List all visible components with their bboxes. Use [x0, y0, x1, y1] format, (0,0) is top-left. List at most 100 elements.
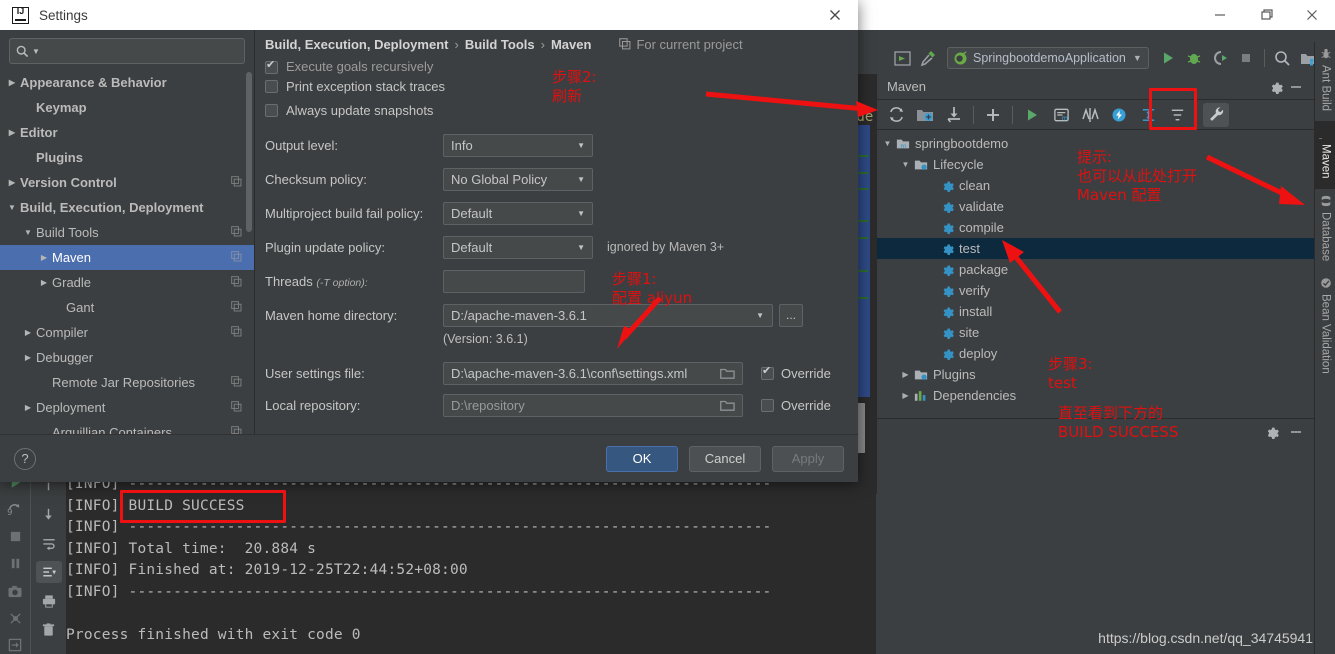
chevron-right-icon[interactable]: ▶: [899, 391, 912, 400]
settings-tree-scrollbar[interactable]: [246, 72, 252, 232]
execute-goal-icon[interactable]: m: [1048, 103, 1074, 127]
maven-tree-item-compile[interactable]: compile: [877, 217, 1314, 238]
print-icon[interactable]: [36, 590, 62, 612]
checksum-policy-select[interactable]: No Global Policy ▼: [443, 167, 593, 191]
maximize-icon[interactable]: [1243, 0, 1289, 30]
settings-tree-item-keymap[interactable]: Keymap: [0, 95, 254, 120]
chevron-right-icon[interactable]: ▶: [4, 78, 20, 87]
settings-tree-item-appearance-behavior[interactable]: ▶ Appearance & Behavior: [0, 70, 254, 95]
tool-window-button-database[interactable]: Database: [1315, 189, 1335, 271]
tool-window-button-bean-validation[interactable]: Bean Validation: [1315, 271, 1335, 384]
chevron-down-icon[interactable]: ▼: [20, 228, 36, 237]
maven-home-directory-combo[interactable]: D:/apache-maven-3.6.1 ▼: [443, 303, 773, 327]
tool-window-button-maven[interactable]: m Maven: [1313, 121, 1335, 189]
breadcrumb-part-1[interactable]: Build, Execution, Deployment: [265, 37, 448, 52]
chevron-down-icon[interactable]: ▼: [899, 160, 912, 169]
chevron-down-icon[interactable]: ▼: [32, 47, 40, 56]
maven-tree-item-install[interactable]: install: [877, 301, 1314, 322]
settings-tree-item-version-control[interactable]: ▶ Version Control: [0, 170, 254, 195]
output-level-select[interactable]: Info ▼: [443, 133, 593, 157]
settings-tree-item-remote-jar-repositories[interactable]: Remote Jar Repositories: [0, 370, 254, 395]
print-exception-traces-checkbox[interactable]: [265, 79, 278, 93]
help-button[interactable]: ?: [14, 447, 36, 470]
folder-icon[interactable]: [720, 399, 735, 415]
debug-icon[interactable]: [1182, 46, 1206, 70]
execute-goals-recursively-checkbox[interactable]: [265, 58, 278, 74]
settings-tree-item-maven[interactable]: ▶ Maven: [0, 245, 254, 270]
user-settings-override-row[interactable]: Override: [761, 364, 831, 381]
tool-window-button-ant-build[interactable]: Ant Build: [1315, 42, 1335, 121]
maven-tree-item-site[interactable]: site: [877, 322, 1314, 343]
rerun-failed-tests-icon[interactable]: 9: [4, 501, 26, 518]
chevron-right-icon[interactable]: ▶: [4, 178, 20, 187]
hide-panel-icon[interactable]: [1286, 422, 1306, 442]
settings-tree-item-debugger[interactable]: ▶ Debugger: [0, 345, 254, 370]
chevron-right-icon[interactable]: ▶: [4, 128, 20, 137]
gear-icon[interactable]: [1262, 422, 1282, 442]
settings-tree-item-gradle[interactable]: ▶ Gradle: [0, 270, 254, 295]
pause-icon[interactable]: [4, 555, 26, 572]
settings-tree-item-plugins[interactable]: Plugins: [0, 145, 254, 170]
settings-tree-item-deployment[interactable]: ▶ Deployment: [0, 395, 254, 420]
run-icon[interactable]: [1019, 103, 1045, 127]
minimize-icon[interactable]: [1197, 0, 1243, 30]
hide-panel-icon[interactable]: [1286, 77, 1306, 97]
apply-button[interactable]: Apply: [772, 445, 844, 472]
chevron-right-icon[interactable]: ▶: [899, 370, 912, 379]
scroll-to-end-icon[interactable]: [35, 561, 62, 583]
search-input[interactable]: [42, 43, 238, 59]
add-maven-project-icon[interactable]: [980, 103, 1006, 127]
maven-tree-item-plugins[interactable]: ▶ Plugins: [877, 364, 1314, 385]
editor-scroll-thumb[interactable]: [857, 403, 865, 453]
toggle-offline-icon[interactable]: [1106, 103, 1132, 127]
maven-tree-item-verify[interactable]: verify: [877, 280, 1314, 301]
settings-tree-item-build-tools[interactable]: ▼ Build Tools: [0, 220, 254, 245]
close-icon[interactable]: [812, 0, 858, 30]
local-repository-override-row[interactable]: Override: [761, 398, 831, 413]
settings-tree-item-build-execution-deployment[interactable]: ▼ Build, Execution, Deployment: [0, 195, 254, 220]
build-hammer-icon[interactable]: [916, 46, 940, 70]
chevron-right-icon[interactable]: ▶: [36, 253, 52, 262]
thread-dump-icon[interactable]: [4, 610, 26, 627]
close-icon[interactable]: [1289, 0, 1335, 30]
maven-settings-wrench-icon[interactable]: [1203, 102, 1229, 127]
clear-all-icon[interactable]: [36, 619, 62, 641]
settings-tree-item-editor[interactable]: ▶ Editor: [0, 120, 254, 145]
gear-icon[interactable]: [1266, 77, 1286, 97]
user-settings-file-input[interactable]: D:\apache-maven-3.6.1\conf\settings.xml: [443, 361, 743, 385]
breadcrumb-part-2[interactable]: Build Tools: [465, 37, 535, 52]
ok-button[interactable]: OK: [606, 445, 678, 472]
chevron-right-icon[interactable]: ▶: [20, 328, 36, 337]
run-configuration-selector[interactable]: SpringbootdemoApplication ▼: [947, 47, 1149, 69]
download-sources-icon[interactable]: [941, 103, 967, 127]
threads-input[interactable]: [443, 269, 585, 293]
folder-icon[interactable]: [720, 367, 735, 383]
generate-sources-icon[interactable]: [912, 103, 938, 127]
run-icon[interactable]: [1156, 46, 1180, 70]
run-with-coverage-icon[interactable]: [1208, 46, 1232, 70]
chevron-right-icon[interactable]: ▶: [36, 278, 52, 287]
stop-icon[interactable]: [4, 528, 26, 545]
scroll-to-bottom-icon[interactable]: [36, 503, 62, 525]
maven-home-browse-button[interactable]: ...: [779, 303, 803, 327]
chevron-down-icon[interactable]: ▼: [4, 203, 20, 212]
project-structure-icon[interactable]: [890, 46, 914, 70]
local-repository-input[interactable]: D:\repository: [443, 393, 743, 417]
plugin-update-policy-select[interactable]: Default ▼: [443, 235, 593, 259]
cancel-button[interactable]: Cancel: [689, 445, 761, 472]
settings-tree-item-arquillian-containers[interactable]: Arquillian Containers: [0, 420, 254, 434]
toggle-skip-tests-icon[interactable]: [1077, 103, 1103, 127]
settings-tree-item-gant[interactable]: Gant: [0, 295, 254, 320]
maven-tree-item-test[interactable]: test: [877, 238, 1314, 259]
reimport-icon[interactable]: [883, 103, 909, 127]
export-icon[interactable]: [4, 637, 26, 654]
chevron-down-icon[interactable]: ▼: [881, 139, 894, 148]
camera-icon[interactable]: [4, 583, 26, 600]
maven-tree-item-deploy[interactable]: deploy: [877, 343, 1314, 364]
chevron-right-icon[interactable]: ▶: [20, 353, 36, 362]
always-update-snapshots-checkbox[interactable]: [265, 103, 278, 117]
settings-tree-item-compiler[interactable]: ▶ Compiler: [0, 320, 254, 345]
user-settings-override-checkbox[interactable]: [761, 364, 774, 380]
settings-search-field[interactable]: ▼: [9, 38, 245, 64]
search-everywhere-icon[interactable]: [1271, 46, 1295, 70]
